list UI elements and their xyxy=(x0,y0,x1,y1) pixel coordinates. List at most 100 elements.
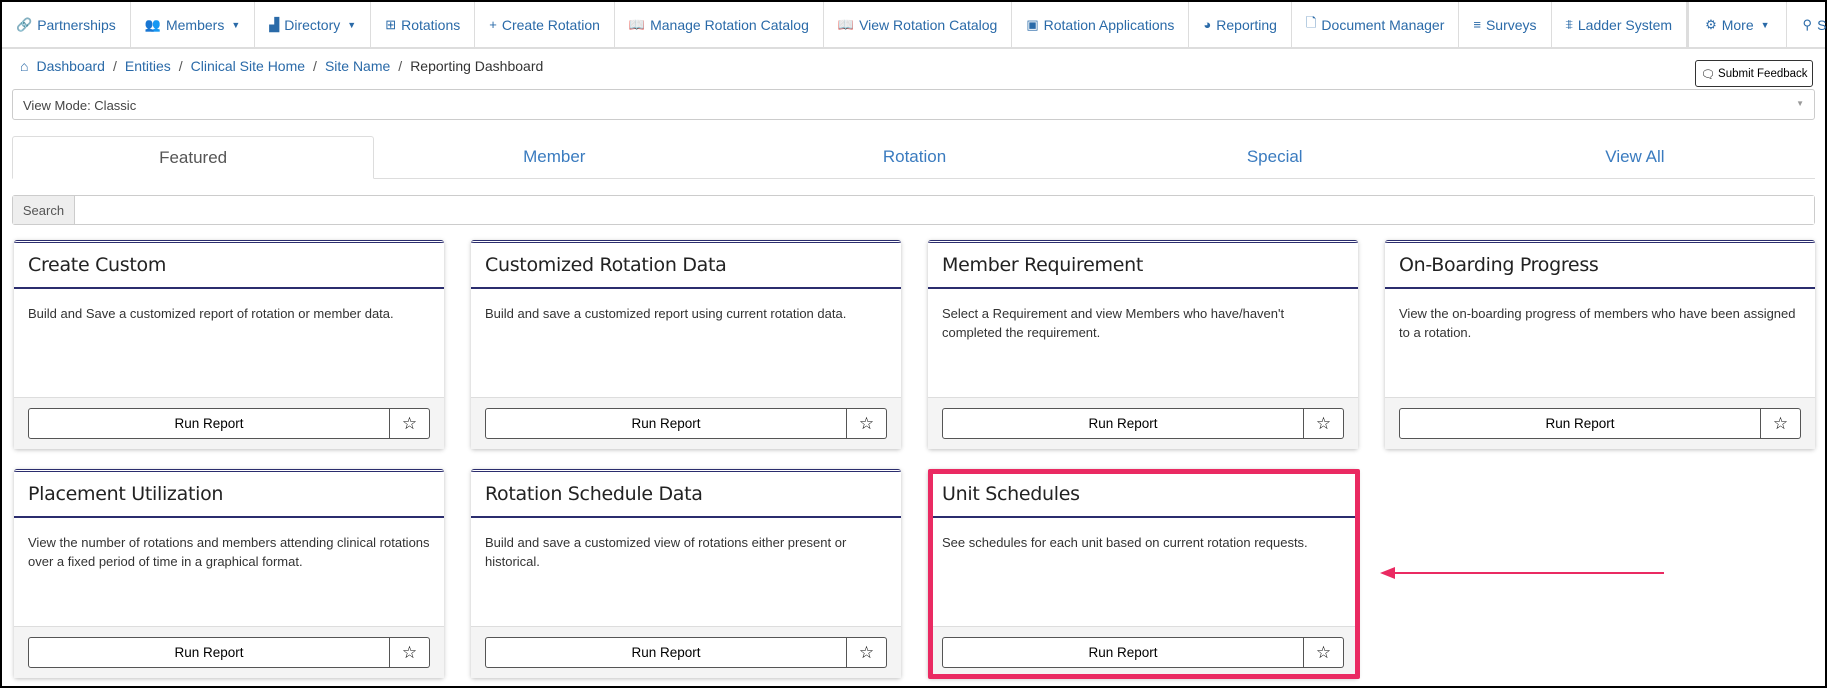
nav-label: Reporting xyxy=(1216,16,1277,33)
card-description: Build and save a customized view of rota… xyxy=(485,535,847,569)
arrow-annotation xyxy=(1380,567,1664,579)
members-icon: 👥 xyxy=(144,16,161,32)
nav-label: Create Rotation xyxy=(501,16,600,33)
nav-label: Surveys xyxy=(1485,16,1537,33)
star-icon[interactable]: ☆ xyxy=(847,408,887,439)
id-card-icon: ▣ xyxy=(1026,16,1039,32)
book-icon: 📖 xyxy=(628,16,646,32)
nav-label: Directory xyxy=(284,16,341,33)
breadcrumb-clinical-site-home[interactable]: Clinical Site Home xyxy=(191,58,305,74)
caret-down-icon: ▼ xyxy=(231,19,241,30)
nav-document-manager[interactable]: 🗋 Document Manager xyxy=(1292,2,1460,47)
tab-special[interactable]: Special xyxy=(1095,136,1455,178)
card-footer: Run Report ☆ xyxy=(928,626,1358,678)
nav-more[interactable]: ⚙ More ▼ xyxy=(1689,2,1787,47)
nav-directory[interactable]: ▟ Directory ▼ xyxy=(255,2,372,47)
card-footer: Run Report ☆ xyxy=(928,397,1358,449)
star-icon[interactable]: ☆ xyxy=(847,637,887,668)
nav-create-rotation[interactable]: + Create Rotation xyxy=(475,2,615,47)
star-icon[interactable]: ☆ xyxy=(1304,637,1344,668)
list-icon: ≡ xyxy=(1473,17,1481,32)
breadcrumb-entities[interactable]: Entities xyxy=(125,58,171,74)
card-description: Select a Requirement and view Members wh… xyxy=(942,306,1285,340)
search-input[interactable] xyxy=(75,196,1814,224)
tab-featured[interactable]: Featured xyxy=(12,136,375,179)
search-label: Search xyxy=(13,196,75,224)
nav-rotation-applications[interactable]: ▣ Rotation Applications xyxy=(1012,2,1190,47)
submit-feedback-button[interactable]: 🗨 Submit Feedback xyxy=(1695,60,1813,87)
nav-manage-rotation-catalog[interactable]: 📖 Manage Rotation Catalog xyxy=(615,2,824,47)
link-icon: 🔗 xyxy=(16,16,33,32)
report-card-on-boarding-progress: On-Boarding Progress View the on-boardin… xyxy=(1385,240,1815,449)
nav-label: Manage Rotation Catalog xyxy=(650,16,809,33)
card-footer: Run Report ☆ xyxy=(14,626,444,678)
book-icon: 📖 xyxy=(837,16,855,32)
card-title: On-Boarding Progress xyxy=(1385,243,1815,289)
nav-members[interactable]: 👥 Members ▼ xyxy=(131,2,256,47)
card-description: View the on-boarding progress of members… xyxy=(1399,306,1796,340)
run-report-button[interactable]: Run Report xyxy=(942,637,1304,668)
nav-surveys[interactable]: ≡ Surveys xyxy=(1459,2,1552,47)
nav-reporting[interactable]: ◕ Reporting xyxy=(1189,2,1292,47)
comments-icon: 🗨 xyxy=(1700,68,1716,81)
gear-icon: ⚙ xyxy=(1705,16,1717,32)
nav-label: View Rotation Catalog xyxy=(859,16,998,33)
directory-icon: ▟ xyxy=(269,16,280,32)
breadcrumb-dashboard[interactable]: Dashboard xyxy=(36,58,105,74)
chevron-down-icon: ▼ xyxy=(1796,99,1804,108)
caret-down-icon: ▼ xyxy=(347,19,357,30)
run-report-button[interactable]: Run Report xyxy=(485,408,847,439)
run-report-button[interactable]: Run Report xyxy=(942,408,1304,439)
ladder-icon: ⩨ xyxy=(1565,16,1573,32)
file-icon: 🗋 xyxy=(1305,14,1317,30)
run-report-button[interactable]: Run Report xyxy=(28,637,390,668)
caret-down-icon: ▼ xyxy=(1760,19,1770,30)
view-mode-select[interactable]: View Mode: Classic ▼ xyxy=(12,89,1815,120)
plus-icon: + xyxy=(489,17,497,32)
card-description: See schedules for each unit based on cur… xyxy=(942,535,1308,550)
tab-view-all[interactable]: View All xyxy=(1455,136,1815,178)
card-footer: Run Report ☆ xyxy=(14,397,444,449)
card-title: Customized Rotation Data xyxy=(471,243,901,289)
report-card-customized-rotation-data: Customized Rotation Data Build and save … xyxy=(471,240,901,449)
tab-rotation[interactable]: Rotation xyxy=(734,136,1094,178)
breadcrumb: ⌂ Dashboard / Entities / Clinical Site Hom… xyxy=(20,58,544,74)
report-card-rotation-schedule-data: Rotation Schedule Data Build and save a … xyxy=(471,469,901,678)
card-footer: Run Report ☆ xyxy=(1385,397,1815,449)
nav-rotations[interactable]: ⊞ Rotations xyxy=(371,2,476,47)
dashboard-icon: ◕ xyxy=(1203,17,1212,32)
nav-ladder-system[interactable]: ⩨ Ladder System xyxy=(1552,2,1688,47)
nav-search[interactable]: ⚲Search▼ xyxy=(1787,2,1827,47)
nav-partnerships[interactable]: 🔗 Partnerships xyxy=(2,2,131,47)
star-icon[interactable]: ☆ xyxy=(390,408,430,439)
report-card-unit-schedules: Unit Schedules See schedules for each un… xyxy=(928,469,1358,678)
nav-label: Partnerships xyxy=(37,16,116,33)
grid-icon: ⊞ xyxy=(385,16,397,32)
card-title: Create Custom xyxy=(14,243,444,289)
breadcrumb-current: Reporting Dashboard xyxy=(410,58,544,74)
report-card-create-custom: Create Custom Build and Save a customize… xyxy=(14,240,444,449)
nav-label: Search xyxy=(1817,16,1827,33)
nav-view-rotation-catalog[interactable]: 📖 View Rotation Catalog xyxy=(824,2,1013,47)
star-icon[interactable]: ☆ xyxy=(390,637,430,668)
top-nav: 🔗 Partnerships 👥 Members ▼ ▟ Directory ▼ ⊞ Rotati… xyxy=(2,2,1827,49)
nav-label: Ladder System xyxy=(1577,16,1673,33)
card-footer: Run Report ☆ xyxy=(471,626,901,678)
nav-label: Document Manager xyxy=(1321,16,1445,33)
submit-feedback-label: Submit Feedback xyxy=(1718,67,1808,80)
run-report-button[interactable]: Run Report xyxy=(28,408,390,439)
star-icon[interactable]: ☆ xyxy=(1761,408,1801,439)
report-tabs: Featured Member Rotation Special View All xyxy=(12,136,1815,179)
tab-member[interactable]: Member xyxy=(374,136,734,178)
report-card-placement-utilization: Placement Utilization View the number of… xyxy=(14,469,444,678)
breadcrumb-site-name[interactable]: Site Name xyxy=(325,58,390,74)
home-icon: ⌂ xyxy=(20,58,29,74)
star-icon[interactable]: ☆ xyxy=(1304,408,1344,439)
run-report-button[interactable]: Run Report xyxy=(485,637,847,668)
run-report-button[interactable]: Run Report xyxy=(1399,408,1761,439)
nav-label: Rotation Applications xyxy=(1043,16,1175,33)
card-title: Unit Schedules xyxy=(928,472,1358,518)
card-description: Build and save a customized report using… xyxy=(485,306,847,321)
card-title: Rotation Schedule Data xyxy=(471,472,901,518)
nav-label: More xyxy=(1721,16,1754,33)
